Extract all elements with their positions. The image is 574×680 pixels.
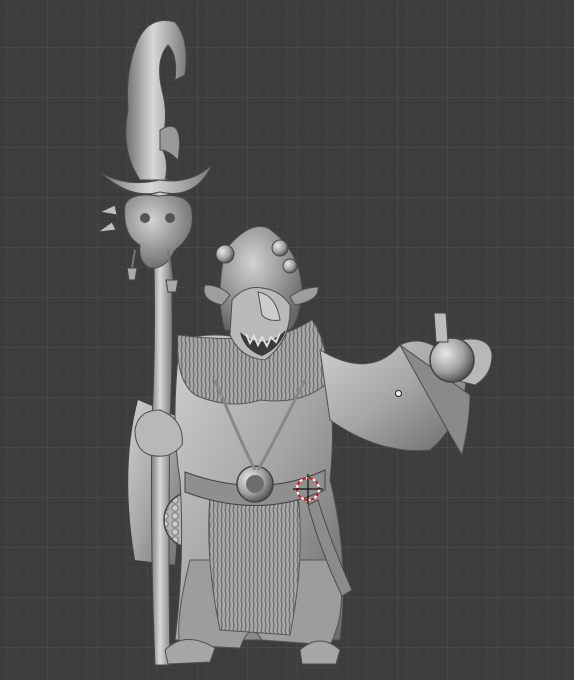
sculpt-model[interactable] xyxy=(0,0,574,680)
fur-loincloth xyxy=(208,494,301,636)
3d-cursor-icon[interactable] xyxy=(291,472,325,506)
3d-viewport[interactable] xyxy=(0,0,574,680)
object-origin-icon xyxy=(395,390,402,397)
right-foot xyxy=(299,640,341,665)
potion-flask xyxy=(429,337,475,383)
